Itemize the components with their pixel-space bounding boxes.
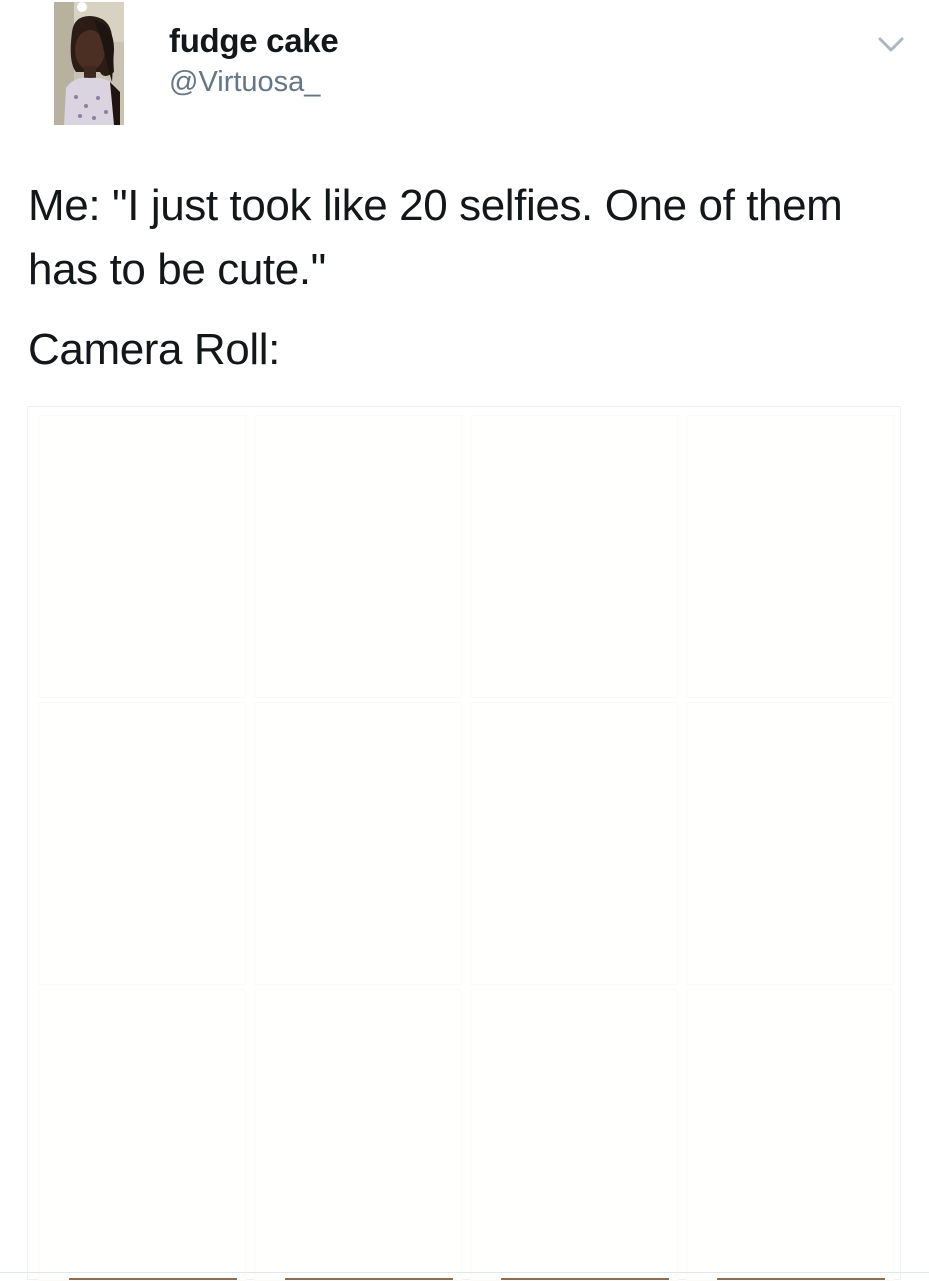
photo-thumbnail[interactable] [470,415,678,698]
photo-thumbnail[interactable] [470,702,678,985]
tweet-text-line: Camera Roll: [28,325,280,374]
photo-thumbnail[interactable] [38,415,246,698]
tweet-text: Me: "I just took like 20 selfies. One of… [28,174,908,382]
photo-thumbnail[interactable] [686,989,894,1281]
divider [0,1272,929,1273]
chevron-down-icon[interactable] [877,34,905,54]
tweet-text-line: Me: "I just took like 20 selfies. One of… [28,181,843,294]
photo-thumbnail[interactable] [470,989,678,1281]
photo-thumbnail[interactable] [38,702,246,985]
user-handle[interactable]: @Virtuosa_ [169,66,320,99]
photo-thumbnail[interactable] [38,989,246,1281]
tweet: fudge cake @Virtuosa_ Me: "I just took l… [0,0,929,1281]
camera-roll-grid [38,415,894,1281]
avatar-photo [54,2,124,125]
photo-thumbnail[interactable] [686,415,894,698]
avatar[interactable] [28,0,150,127]
photo-thumbnail[interactable] [686,702,894,985]
display-name[interactable]: fudge cake [169,22,339,60]
photo-thumbnail[interactable] [254,702,462,985]
media-attachment[interactable] [27,406,901,1281]
photo-thumbnail[interactable] [254,415,462,698]
photo-thumbnail[interactable] [254,989,462,1281]
